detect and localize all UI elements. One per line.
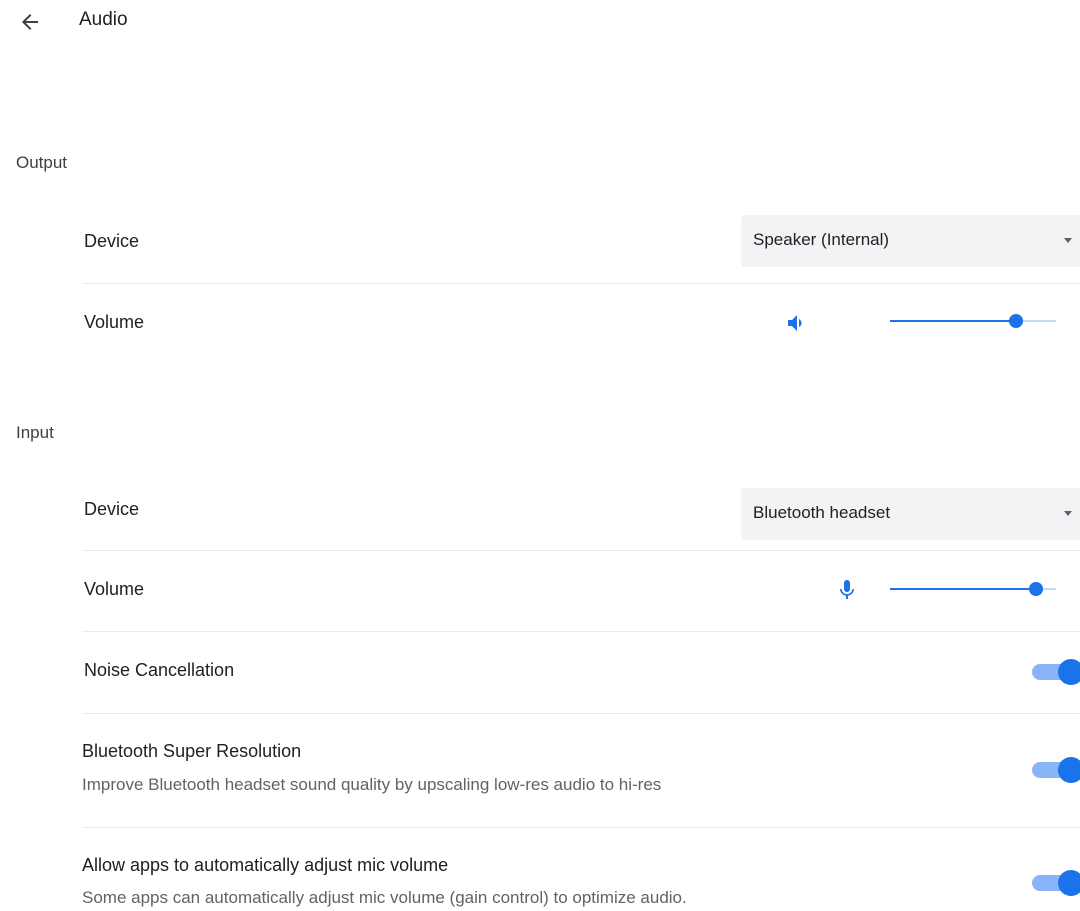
speaker-volume-icon[interactable] [785,311,809,335]
divider [82,713,1080,714]
input-volume-label: Volume [84,579,145,599]
chevron-down-icon [1064,511,1072,516]
microphone-icon[interactable] [835,578,859,602]
output-device-label: Device [84,231,140,251]
output-volume-label: Volume [84,312,145,332]
page-title: Audio [79,9,128,30]
auto-adjust-mic-description: Some apps can automatically adjust mic v… [82,888,687,907]
input-volume-slider[interactable] [890,579,1056,599]
input-device-label: Device [84,499,140,519]
slider-fill [890,588,1037,590]
noise-cancellation-label: Noise Cancellation [84,660,235,680]
toggle-knob [1058,757,1080,783]
bluetooth-super-resolution-label: Bluetooth Super Resolution [82,741,302,761]
divider [82,550,1080,551]
chevron-down-icon [1064,238,1072,243]
bluetooth-super-resolution-description: Improve Bluetooth headset sound quality … [82,775,662,794]
back-button[interactable] [14,10,46,34]
audio-settings-page: Audio Output Device Speaker (Internal) V… [0,0,1080,911]
output-device-value: Speaker (Internal) [753,230,890,249]
divider [82,631,1080,632]
output-volume-slider[interactable] [890,311,1056,331]
output-device-select[interactable]: Speaker (Internal) [741,215,1080,267]
output-section-title: Output [16,153,68,172]
slider-knob[interactable] [1009,314,1024,328]
divider [82,827,1080,828]
input-device-select[interactable]: Bluetooth headset [741,488,1080,540]
toggle-knob [1058,659,1080,685]
slider-fill [890,320,1017,322]
toggle-knob [1058,870,1080,896]
input-device-value: Bluetooth headset [753,503,891,522]
header: Audio [0,0,1080,44]
auto-adjust-mic-toggle[interactable] [1032,870,1080,896]
bluetooth-super-resolution-toggle[interactable] [1032,757,1080,783]
input-section-title: Input [16,423,54,442]
noise-cancellation-toggle[interactable] [1032,659,1080,685]
slider-knob[interactable] [1029,582,1044,596]
divider [82,283,1080,284]
arrow-left-icon [22,14,38,30]
auto-adjust-mic-label: Allow apps to automatically adjust mic v… [82,855,449,875]
